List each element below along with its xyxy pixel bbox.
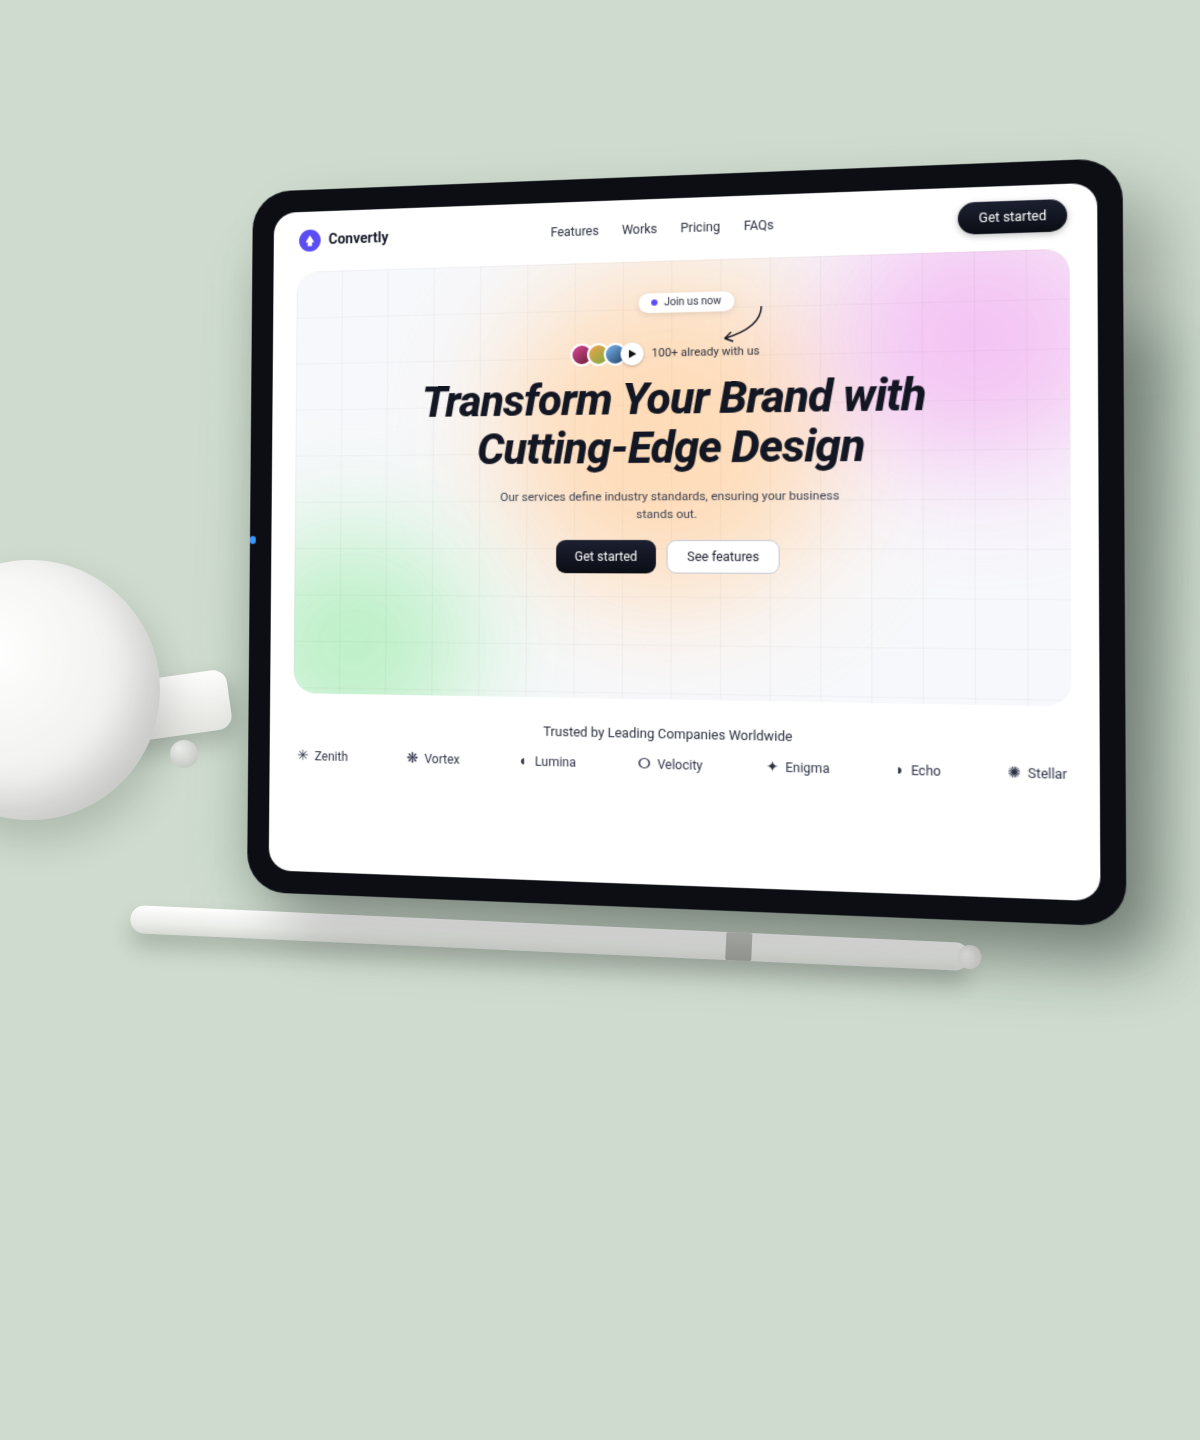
hero-section: Join us now 100+ already with us [294,249,1072,707]
play-video-button[interactable] [620,342,643,365]
primary-nav: Features Works Pricing FAQs [551,218,774,240]
enigma-icon: ✦ [766,760,779,775]
echo-icon: ◗ [895,763,905,778]
hero-actions: Get started See features [295,540,1071,575]
hero-secondary-button[interactable]: See features [667,540,780,574]
hero-title: Transform Your Brand with Cutting-Edge D… [295,367,1070,475]
lumina-name: Lumina [535,754,576,770]
arrow-curve-icon [718,304,768,347]
enigma-name: Enigma [785,760,829,776]
brand-logo-icon [299,229,321,252]
zenith-name: Zenith [315,749,348,764]
vortex-name: Vortex [424,752,459,767]
avatar-stack [576,342,643,366]
trusted-by-label: Trusted by Leading Companies Worldwide [270,719,1100,752]
logo-lumina: ◐ Lumina [520,754,576,770]
company-logos-row: ✳ Zenith ❋ Vortex ◐ Lumina ⵔ Velocity ✦ [297,749,1067,783]
hero-primary-button[interactable]: Get started [556,540,656,573]
lumina-icon: ◐ [520,754,529,769]
headphone-cup [0,560,160,820]
hero-title-line2: Cutting-Edge Design [295,418,1070,475]
brand[interactable]: Convertly [299,227,388,252]
logo-zenith: ✳ Zenith [297,749,348,764]
hero-subtitle: Our services define industry standards, … [494,486,845,523]
social-proof-row: 100+ already with us [296,333,1070,372]
logo-enigma: ✦ Enigma [766,760,830,777]
nav-link-faqs[interactable]: FAQs [744,218,774,234]
header-cta-button[interactable]: Get started [958,199,1067,235]
logo-echo: ◗ Echo [895,763,941,779]
nav-link-features[interactable]: Features [551,224,599,240]
echo-name: Echo [911,763,941,779]
nav-link-works[interactable]: Works [622,222,657,238]
nav-link-pricing[interactable]: Pricing [681,219,721,235]
tablet-device: Convertly Features Works Pricing FAQs Ge… [247,158,1126,927]
trusted-by-section: Trusted by Leading Companies Worldwide ✳… [270,719,1100,783]
zenith-icon: ✳ [297,749,309,763]
stellar-name: Stellar [1028,766,1067,782]
stellar-icon: ✺ [1008,765,1022,781]
vortex-icon: ❋ [406,751,418,766]
tablet-side-button [250,536,256,544]
brand-name: Convertly [328,230,388,248]
logo-velocity: ⵔ Velocity [638,757,703,773]
logo-stellar: ✺ Stellar [1008,765,1068,782]
headphone-pin [170,740,198,768]
logo-vortex: ❋ Vortex [406,751,459,767]
velocity-icon: ⵔ [638,757,651,772]
tablet-screen: Convertly Features Works Pricing FAQs Ge… [269,183,1101,902]
velocity-name: Velocity [657,757,702,773]
join-us-label: Join us now [664,295,721,308]
